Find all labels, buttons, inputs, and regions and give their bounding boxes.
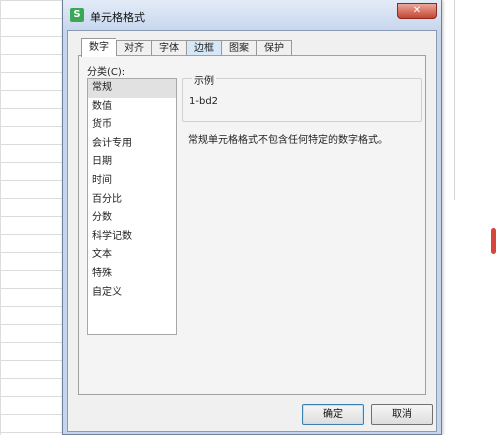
tab-strip: 数字 对齐 字体 边框 图案 保护	[81, 38, 292, 57]
scroll-marker[interactable]	[491, 228, 496, 254]
category-item-currency[interactable]: 货币	[88, 116, 176, 135]
ok-button[interactable]: 确定	[302, 404, 364, 425]
tab-alignment[interactable]: 对齐	[116, 40, 151, 56]
format-description: 常规单元格格式不包含任何特定的数字格式。	[188, 135, 388, 146]
close-button[interactable]: ✕	[397, 3, 437, 19]
category-label: 分类(C):	[87, 67, 126, 78]
sample-label: 示例	[192, 72, 216, 87]
cancel-button[interactable]: 取消	[371, 404, 433, 425]
tab-protection[interactable]: 保护	[256, 40, 292, 56]
number-tab-panel: 分类(C): 常规 数值 货币 会计专用 日期 时间 百分比 分数 科学记数 文…	[78, 55, 426, 395]
tab-font[interactable]: 字体	[151, 40, 186, 56]
category-item-scientific[interactable]: 科学记数	[88, 228, 176, 247]
category-item-fraction[interactable]: 分数	[88, 209, 176, 228]
dialog-title-bar[interactable]: S 单元格格式 ✕	[63, 0, 441, 30]
category-item-custom[interactable]: 自定义	[88, 284, 176, 303]
app-icon: S	[70, 8, 84, 22]
category-item-special[interactable]: 特殊	[88, 265, 176, 284]
category-item-accounting[interactable]: 会计专用	[88, 135, 176, 154]
category-item-percentage[interactable]: 百分比	[88, 191, 176, 210]
format-cells-dialog: S 单元格格式 ✕ 数字 对齐 字体 边框 图案 保护 分类(C): 常规 数值…	[62, 0, 442, 435]
category-item-number[interactable]: 数值	[88, 98, 176, 117]
sample-value: 1-bd2	[189, 96, 219, 107]
category-item-time[interactable]: 时间	[88, 172, 176, 191]
dialog-title: 单元格格式	[90, 11, 145, 24]
dialog-content: 数字 对齐 字体 边框 图案 保护 分类(C): 常规 数值 货币 会计专用 日…	[67, 30, 437, 432]
tab-border[interactable]: 边框	[186, 40, 221, 56]
category-item-date[interactable]: 日期	[88, 153, 176, 172]
tab-pattern[interactable]: 图案	[221, 40, 256, 56]
column-divider	[454, 0, 455, 200]
category-item-general[interactable]: 常规	[88, 79, 176, 98]
tab-number[interactable]: 数字	[81, 38, 116, 57]
category-list[interactable]: 常规 数值 货币 会计专用 日期 时间 百分比 分数 科学记数 文本 特殊 自定…	[87, 78, 177, 335]
close-icon: ✕	[412, 5, 422, 16]
category-item-text[interactable]: 文本	[88, 246, 176, 265]
sheet-right-area	[442, 0, 500, 435]
